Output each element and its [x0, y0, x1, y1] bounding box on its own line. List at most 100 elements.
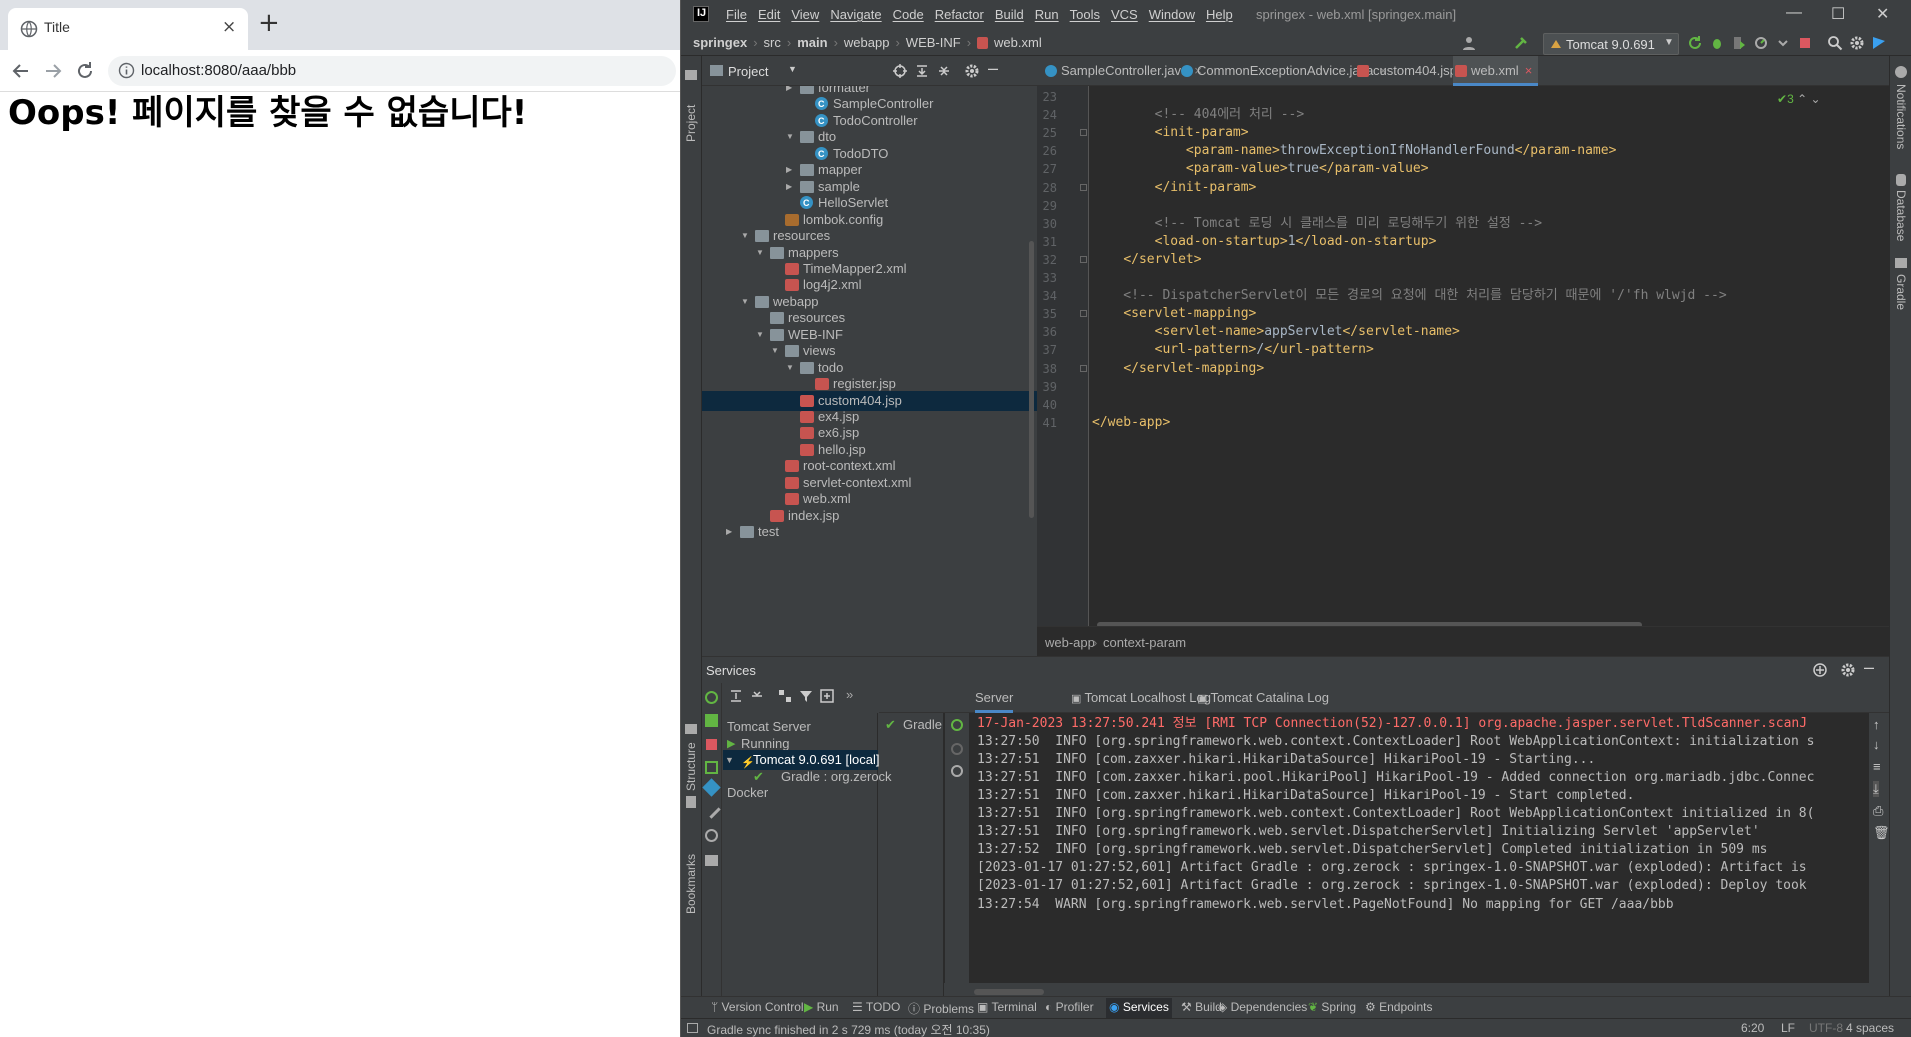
gear-icon[interactable]: [1849, 35, 1865, 51]
collapse-all-icon[interactable]: [750, 689, 764, 703]
debug-connect-icon[interactable]: [702, 778, 721, 797]
reload-icon[interactable]: [72, 58, 98, 84]
project-scrollbar[interactable]: [1029, 241, 1034, 518]
vcs-user-icon[interactable]: [1461, 35, 1477, 51]
group-icon[interactable]: [778, 689, 792, 703]
tool-window-button[interactable]: ◉ Services: [1106, 998, 1172, 1018]
code-line[interactable]: <url-pattern>/</url-pattern>: [1092, 341, 1374, 359]
expand-all-icon[interactable]: [914, 63, 930, 79]
code-line[interactable]: <servlet-mapping>: [1092, 305, 1256, 323]
add-service-icon[interactable]: [1812, 662, 1828, 678]
breadcrumb-item[interactable]: springex: [693, 35, 747, 50]
gradle-tool-label[interactable]: Gradle: [1894, 274, 1908, 310]
inspection-widget[interactable]: ✔3 ⌃ ⌄: [1777, 92, 1821, 106]
project-tool-label[interactable]: Project: [684, 105, 698, 142]
fold-marker-icon[interactable]: [1080, 183, 1087, 191]
update-icon[interactable]: [705, 761, 718, 774]
gear-icon[interactable]: [1840, 662, 1856, 678]
hide-panel-icon[interactable]: –: [988, 58, 998, 79]
jetbrains-toolbox-icon[interactable]: [1871, 35, 1887, 51]
close-tab-icon[interactable]: ×: [1525, 63, 1533, 78]
collapse-all-icon[interactable]: [936, 63, 952, 79]
deploy-icon[interactable]: [705, 714, 718, 727]
tool-window-button[interactable]: ⚒ Build: [1181, 1000, 1222, 1014]
menu-view[interactable]: View: [791, 7, 819, 22]
print-icon[interactable]: ⎙: [1873, 803, 1883, 819]
breadcrumb-item[interactable]: src: [764, 35, 781, 50]
filter-icon[interactable]: [799, 689, 813, 703]
chevron-down-icon[interactable]: ▼: [788, 64, 797, 74]
info-icon[interactable]: [118, 62, 135, 79]
tool-window-button[interactable]: ▣ Terminal: [977, 1000, 1037, 1014]
caret-position[interactable]: 6:20: [1741, 1021, 1764, 1035]
coverage-icon[interactable]: [1731, 35, 1747, 51]
maximize-icon[interactable]: ☐: [1831, 4, 1845, 24]
hide-panel-icon[interactable]: –: [1864, 657, 1874, 678]
bookmark-icon[interactable]: [686, 796, 696, 808]
database-icon[interactable]: [1896, 174, 1906, 186]
code-line[interactable]: <!-- DispatcherServlet이 모든 경로의 요청에 대한 처리…: [1092, 287, 1726, 305]
database-tool-label[interactable]: Database: [1894, 190, 1908, 241]
notifications-icon[interactable]: [1895, 66, 1907, 78]
services-tab[interactable]: ▣ Tomcat Localhost Log: [1071, 683, 1211, 713]
code-line[interactable]: </init-param>: [1092, 179, 1257, 197]
code-line[interactable]: <param-value>true</param-value>: [1092, 160, 1429, 178]
stop-icon[interactable]: [1797, 35, 1813, 51]
fold-marker-icon[interactable]: [1080, 364, 1087, 372]
menu-tools[interactable]: Tools: [1070, 7, 1100, 22]
browser-tab[interactable]: Title ×: [8, 8, 248, 50]
services-tab[interactable]: ▣ Tomcat Catalina Log: [1197, 683, 1329, 713]
close-tab-icon[interactable]: ×: [222, 17, 236, 37]
scroll-up-icon[interactable]: ↑: [1873, 717, 1880, 732]
project-tool-icon[interactable]: [685, 70, 697, 80]
gear-icon[interactable]: [964, 63, 980, 79]
back-arrow-icon[interactable]: [8, 58, 34, 84]
tool-window-button[interactable]: ⓘ Problems: [908, 1000, 974, 1017]
code-line[interactable]: <!-- Tomcat 로딩 시 클래스를 미리 로딩해두기 위한 설정 -->: [1092, 215, 1542, 233]
breadcrumb-context-param[interactable]: context-param: [1103, 635, 1186, 650]
menu-file[interactable]: File: [726, 7, 747, 22]
line-separator[interactable]: LF: [1781, 1021, 1795, 1035]
fold-marker-icon[interactable]: [1080, 310, 1087, 318]
tool-window-button[interactable]: ❦ Spring: [1308, 1000, 1356, 1014]
tool-window-button[interactable]: ▶ Run: [804, 1000, 839, 1014]
refresh-icon[interactable]: [705, 691, 718, 704]
scroll-to-end-icon[interactable]: ⤓: [1873, 781, 1879, 797]
tool-window-button[interactable]: ◐ Profiler: [1045, 1000, 1094, 1014]
scroll-down-icon[interactable]: ↓: [1873, 737, 1880, 752]
build-hammer-icon[interactable]: [1513, 35, 1529, 51]
code-line[interactable]: <init-param>: [1092, 124, 1249, 142]
menu-help[interactable]: Help: [1206, 7, 1233, 22]
menu-window[interactable]: Window: [1149, 7, 1195, 22]
breadcrumb-web-app[interactable]: web-app: [1045, 635, 1095, 650]
editor-tab[interactable]: web.xml ×: [1453, 56, 1539, 86]
close-window-icon[interactable]: ✕: [1876, 4, 1889, 24]
code-line[interactable]: </web-app>: [1092, 414, 1170, 432]
project-view-select[interactable]: Project: [728, 64, 768, 79]
tool-window-button[interactable]: ᛘ Version Control: [711, 1000, 804, 1014]
notifications-tool-label[interactable]: Notifications: [1894, 84, 1908, 149]
code-area[interactable]: <!-- 404에러 처리 --> <init-param> <param-na…: [1092, 86, 1872, 626]
gradle-icon[interactable]: [1895, 258, 1907, 268]
chevron-right-icon[interactable]: ▶: [726, 522, 736, 542]
more-chevron-icon[interactable]: »: [846, 687, 853, 702]
structure-tool-icon[interactable]: [685, 724, 697, 734]
run-configuration-select[interactable]: Tomcat 9.0.691 ▼: [1543, 33, 1679, 55]
bookmarks-tool-label[interactable]: Bookmarks: [684, 854, 698, 914]
breadcrumb-item[interactable]: webapp: [844, 35, 890, 50]
menu-refactor[interactable]: Refactor: [935, 7, 984, 22]
code-line[interactable]: </servlet-mapping>: [1092, 360, 1264, 378]
tool-window-button[interactable]: ☰ TODO: [852, 1000, 900, 1014]
menu-run[interactable]: Run: [1035, 7, 1059, 22]
breadcrumb-item[interactable]: web.xml: [994, 35, 1042, 50]
profile-icon[interactable]: [1753, 35, 1769, 51]
rerun-icon[interactable]: [1687, 35, 1703, 51]
code-line[interactable]: <param-name>throwExceptionIfNoHandlerFou…: [1092, 142, 1616, 160]
layout-icon[interactable]: [687, 1023, 698, 1033]
breadcrumb-item[interactable]: WEB-INF: [906, 35, 961, 50]
new-tab-button[interactable]: +: [258, 10, 280, 36]
reload-icon[interactable]: [951, 765, 963, 777]
tool-window-button[interactable]: ⚙ Endpoints: [1365, 1000, 1432, 1014]
deployment-item[interactable]: Gradle : or: [903, 717, 943, 732]
menu-vcs[interactable]: VCS: [1111, 7, 1138, 22]
